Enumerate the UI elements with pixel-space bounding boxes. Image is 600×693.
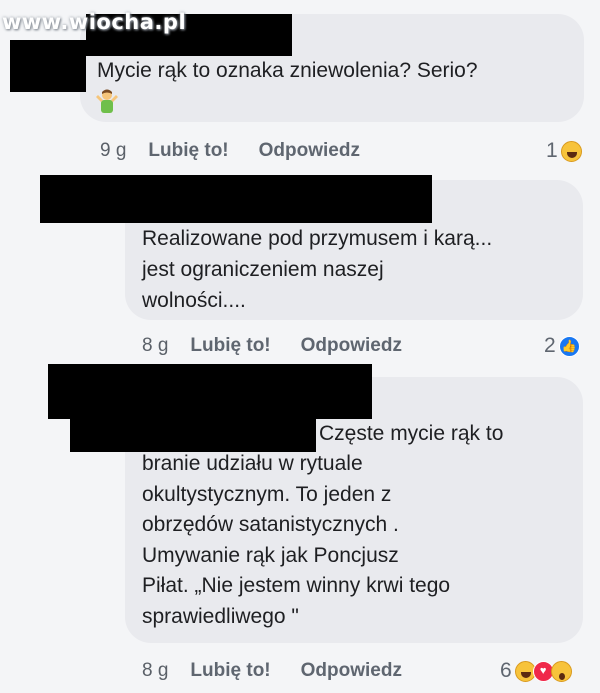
like-reaction-icon: 👍 — [558, 335, 580, 357]
reactions-2[interactable]: 2 👍 — [544, 334, 580, 358]
comment-time-3[interactable]: 8 g — [142, 660, 168, 682]
reaction-count-2: 2 — [544, 334, 556, 357]
comment-time-2[interactable]: 8 g — [142, 335, 168, 357]
wow-reaction-icon — [550, 660, 572, 682]
comment-meta-2: 8 g Lubię to! Odpowiedz — [142, 335, 402, 357]
redacted-name-2 — [40, 175, 432, 223]
comment-text-3-first-line: Częste mycie rąk to — [319, 422, 504, 445]
comment-text-2: Realizowane pod przymusem i karą... jest… — [142, 227, 493, 312]
reactions-3[interactable]: 6 ♥ — [500, 659, 572, 683]
reaction-count-3: 6 — [500, 659, 512, 682]
reaction-count-1: 1 — [546, 139, 558, 162]
comment-text-3: branie udziału w rytuale okultystycznym.… — [142, 452, 451, 628]
comment-text-1: Mycie rąk to oznaka zniewolenia? Serio? — [97, 59, 478, 82]
redacted-text-3 — [70, 416, 316, 452]
haha-reaction-icon — [560, 140, 582, 162]
facebook-comment-thread: www.wiocha.pl Mycie rąk to oznaka zniewo… — [0, 0, 600, 693]
reactions-1[interactable]: 1 — [546, 139, 582, 163]
reply-button-1[interactable]: Odpowiedz — [259, 140, 360, 162]
person-shrugging-emoji — [96, 89, 118, 113]
watermark: www.wiocha.pl — [2, 10, 187, 34]
like-button-1[interactable]: Lubię to! — [148, 140, 228, 162]
reply-button-2[interactable]: Odpowiedz — [301, 335, 402, 357]
redacted-name-3 — [48, 364, 372, 419]
like-button-2[interactable]: Lubię to! — [190, 335, 270, 357]
redacted-avatar-1 — [10, 40, 86, 92]
like-button-3[interactable]: Lubię to! — [190, 660, 270, 682]
comment-meta-1: 9 g Lubię to! Odpowiedz — [100, 140, 360, 162]
reply-button-3[interactable]: Odpowiedz — [301, 660, 402, 682]
comment-meta-3: 8 g Lubię to! Odpowiedz — [142, 660, 402, 682]
comment-time-1[interactable]: 9 g — [100, 140, 126, 162]
